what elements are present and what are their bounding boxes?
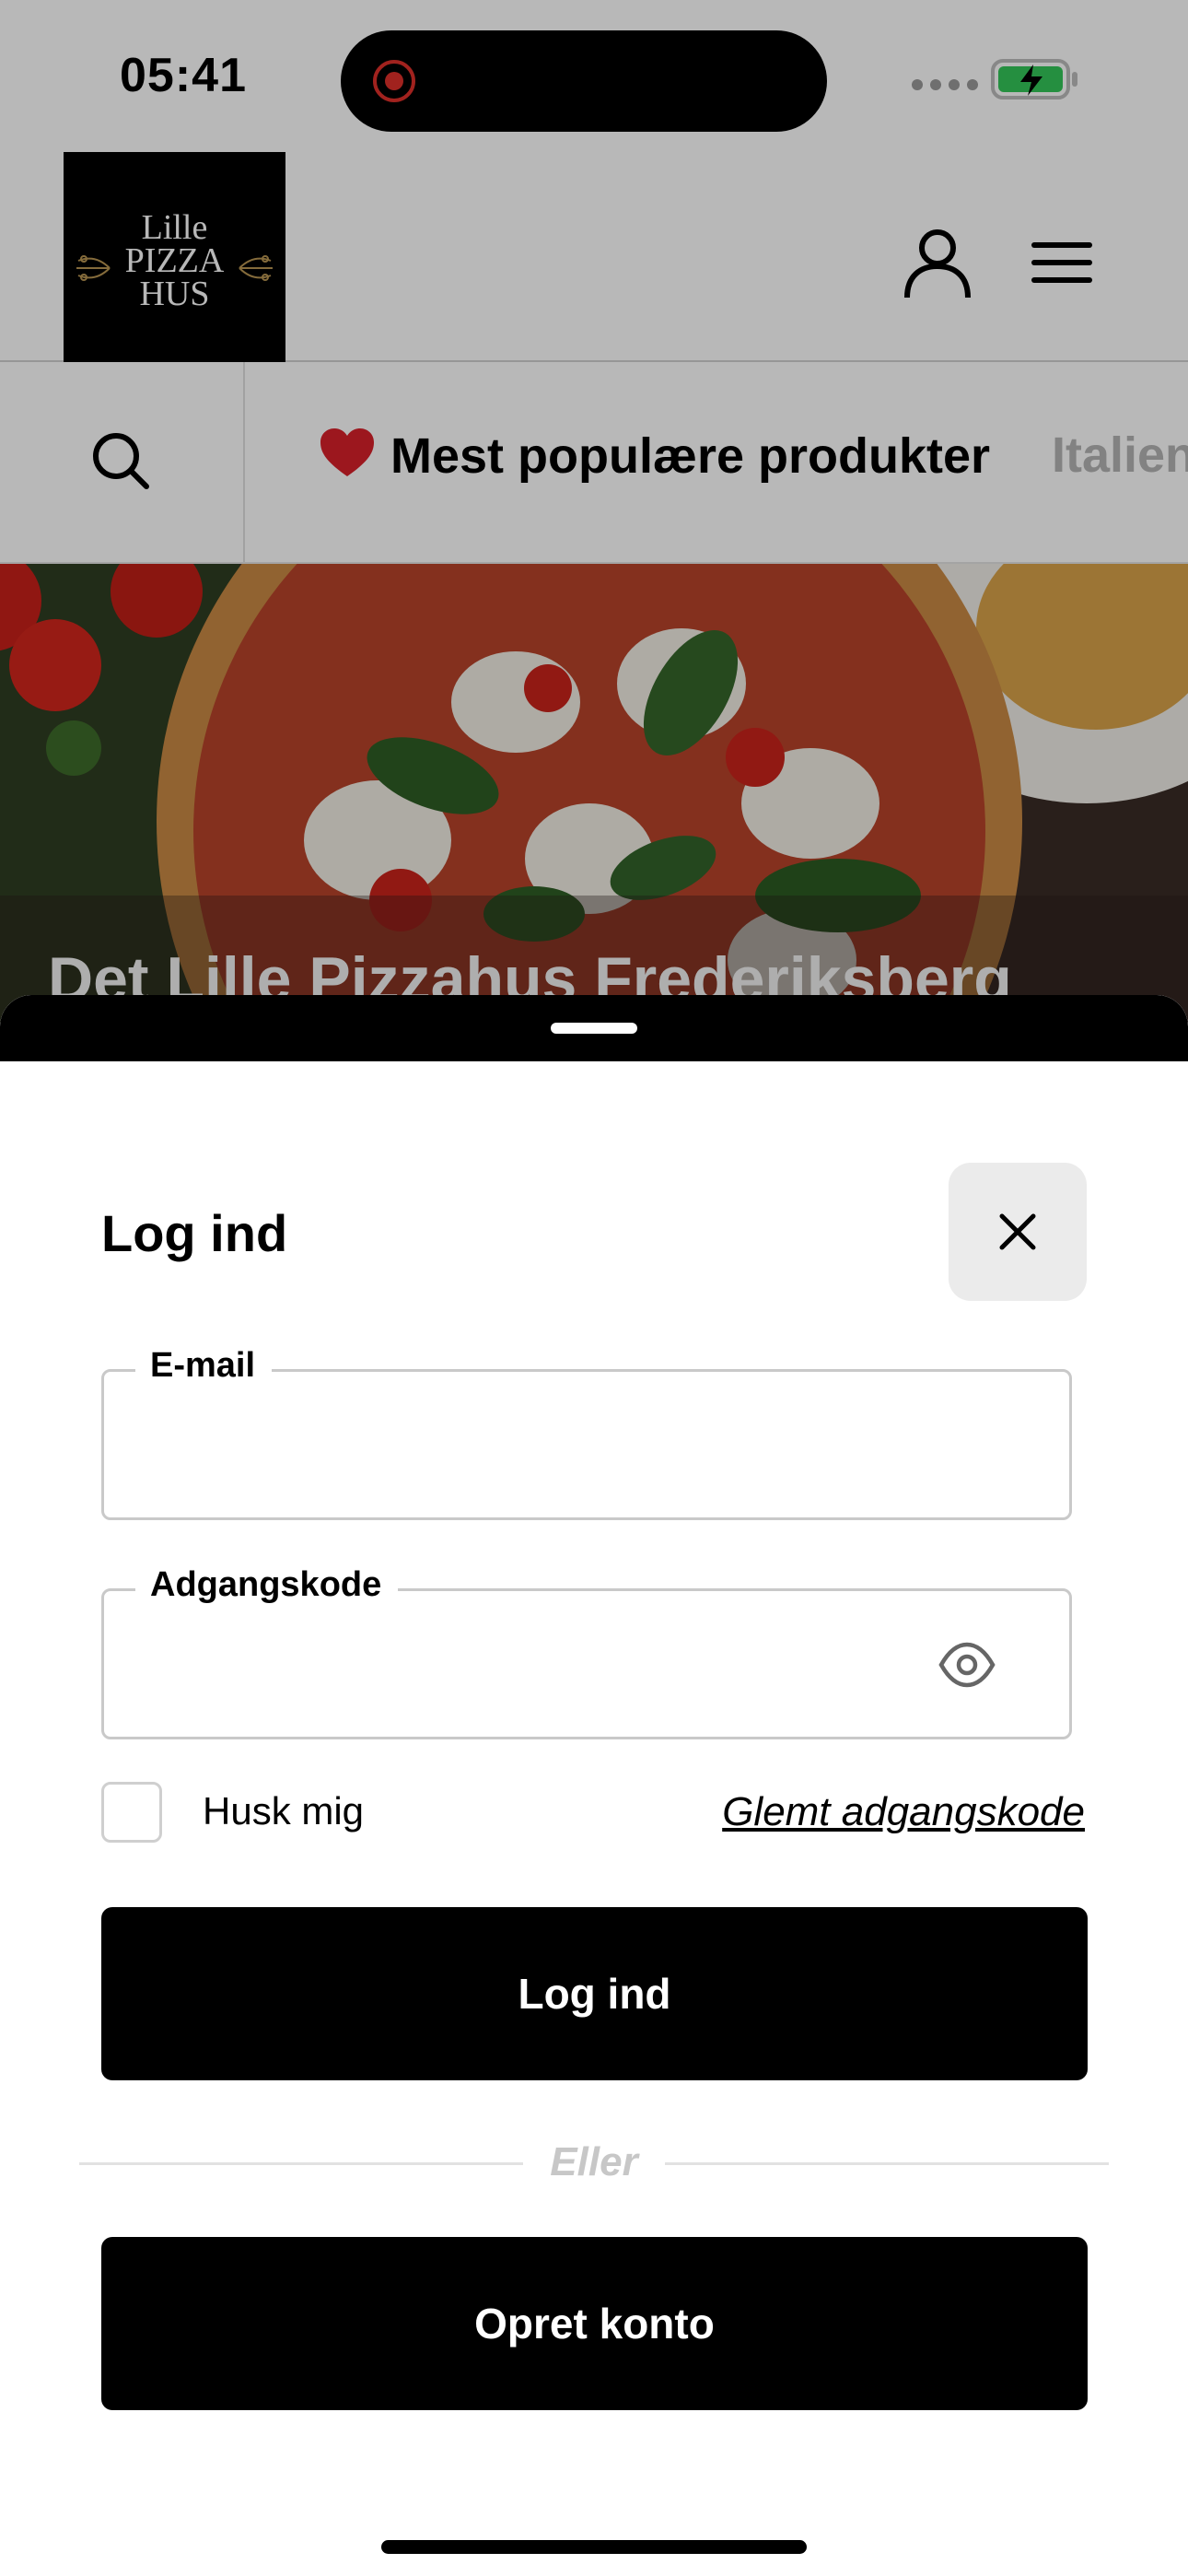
login-button[interactable]: Log ind — [101, 1907, 1088, 2080]
modal-overlay[interactable] — [0, 0, 1188, 1061]
home-indicator[interactable] — [381, 2540, 807, 2554]
sheet-title: Log ind — [101, 1204, 288, 1262]
close-button[interactable] — [949, 1163, 1087, 1301]
email-label: E-mail — [135, 1346, 273, 1386]
sheet-handle-bar[interactable] — [0, 995, 1188, 1061]
password-field: Adgangskode — [101, 1565, 1072, 1739]
background-app: 05:41 Lille PIZZA HUS Mest populære prod… — [0, 0, 1188, 1061]
remember-me-label[interactable]: Husk mig — [203, 1789, 364, 1833]
divider-text: Eller — [550, 2139, 638, 2184]
sheet-grabber[interactable] — [551, 1023, 637, 1034]
email-input[interactable] — [132, 1409, 964, 1484]
eye-icon[interactable] — [938, 1639, 996, 1691]
remember-me-checkbox[interactable] — [101, 1782, 162, 1843]
close-icon — [999, 1213, 1036, 1250]
email-field: E-mail — [101, 1346, 1072, 1520]
forgot-password-link[interactable]: Glemt adgangskode — [722, 1789, 1085, 1835]
password-input[interactable] — [132, 1628, 964, 1704]
create-account-button[interactable]: Opret konto — [101, 2237, 1088, 2410]
password-label: Adgangskode — [135, 1565, 399, 1605]
